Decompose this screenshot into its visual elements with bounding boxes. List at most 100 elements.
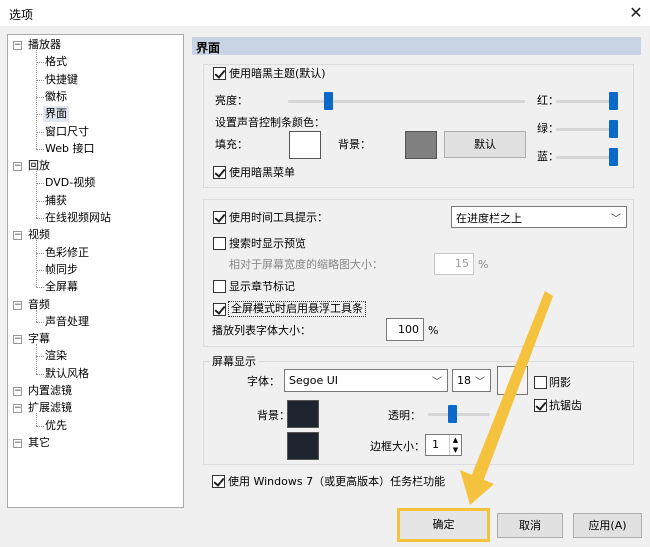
font-size-value: 18: [457, 374, 471, 387]
tree-expander-icon[interactable]: −: [13, 387, 22, 396]
shadow-label: 阴影: [549, 376, 571, 389]
tree-expander-icon[interactable]: −: [13, 41, 22, 50]
preview-label: 搜索时显示预览: [229, 237, 306, 250]
tree-connector: [36, 131, 44, 133]
fill-color-swatch[interactable]: [289, 131, 321, 159]
tree-connector: [36, 183, 44, 185]
tree-item[interactable]: 徽标: [45, 89, 67, 105]
win7-taskbar-label: 使用 Windows 7（或更高版本）任务栏功能: [228, 475, 446, 488]
time-tooltip-label: 使用时间工具提示：: [229, 211, 328, 224]
win7-taskbar-checkbox[interactable]: [212, 475, 225, 488]
tree-item[interactable]: 内置滤镜: [28, 383, 72, 399]
options-tree[interactable]: − 播放器 格式 快捷键 徽标 界面 窗口尺寸 Web 接口 − 回放 DVD-视频 捕获 在线视频网站…: [7, 34, 184, 508]
border-size-stepper[interactable]: 1 ▲ ▼: [425, 434, 462, 456]
tree-item[interactable]: 默认风格: [45, 366, 89, 382]
tree-connector: [36, 62, 44, 64]
tree-expander-icon[interactable]: −: [13, 404, 22, 414]
tree-connector: [36, 413, 37, 426]
dark-theme-label: 使用暗黑主题(默认): [229, 67, 326, 80]
apply-button[interactable]: 应用(A): [573, 513, 642, 538]
antialias-label: 抗锯齿: [549, 399, 582, 412]
cancel-button[interactable]: 取消: [497, 513, 563, 538]
tree-expander-icon[interactable]: −: [13, 438, 22, 448]
blue-slider[interactable]: [609, 148, 618, 166]
close-icon[interactable]: ✕: [624, 2, 648, 24]
font-label: 字体：: [247, 375, 280, 388]
green-slider[interactable]: [609, 120, 618, 138]
title-bar: 选项 ✕: [0, 0, 650, 26]
tree-connector: [36, 171, 37, 218]
tree-item[interactable]: 声音处理: [45, 314, 89, 330]
brightness-slider[interactable]: [323, 92, 333, 110]
chevron-down-icon: ﹀: [611, 214, 621, 225]
playlist-font-input[interactable]: 100: [386, 318, 424, 341]
chapter-marks-checkbox[interactable]: [213, 280, 226, 293]
osd-background-swatch[interactable]: [287, 400, 319, 428]
playlist-font-unit: %: [428, 324, 439, 337]
font-size-select[interactable]: 18 ﹀: [452, 369, 491, 392]
tree-connector: [36, 269, 44, 271]
border-size-value: 1: [432, 438, 439, 451]
tree-item[interactable]: 播放器: [28, 37, 61, 53]
tree-item[interactable]: 扩展滤镜: [28, 400, 72, 416]
tree-expander-icon[interactable]: −: [13, 162, 22, 172]
tree-connector: [36, 321, 44, 323]
shadow-checkbox[interactable]: [534, 376, 547, 389]
tree-item[interactable]: 全屏幕: [45, 279, 78, 295]
preview-checkbox[interactable]: [213, 237, 226, 250]
tree-connector: [36, 252, 44, 254]
stepper-down-icon[interactable]: ▼: [449, 445, 461, 455]
floating-toolbar-label: 全屏模式时启用悬浮工具条: [228, 301, 366, 317]
page-header: 界面: [192, 37, 641, 55]
tree-item[interactable]: 音频: [28, 297, 50, 313]
tree-connector: [36, 344, 37, 374]
background-label: 背景：: [338, 138, 371, 151]
stepper-up-icon[interactable]: ▲: [449, 435, 461, 445]
tree-item[interactable]: 渲染: [45, 348, 67, 364]
font-value: Segoe UI: [289, 374, 339, 387]
tree-item[interactable]: 界面: [43, 106, 69, 123]
dark-theme-checkbox[interactable]: [213, 67, 226, 80]
tree-connector: [36, 309, 37, 322]
tree-connector: [36, 373, 44, 375]
tree-item[interactable]: 色彩修正: [45, 245, 89, 261]
font-select[interactable]: Segoe UI ﹀: [284, 369, 448, 392]
seekbar-color-label: 设置声音控制条颜色：: [215, 116, 325, 129]
tree-item[interactable]: 在线视频网站: [45, 210, 111, 226]
tree-item[interactable]: 格式: [45, 54, 67, 70]
ok-button[interactable]: 确定: [397, 508, 490, 542]
tree-item[interactable]: 回放: [28, 158, 50, 174]
tree-item[interactable]: 其它: [28, 435, 50, 451]
red-slider[interactable]: [609, 92, 618, 110]
tree-expander-icon[interactable]: −: [13, 231, 22, 241]
tree-expander-icon[interactable]: −: [13, 335, 22, 345]
chapter-marks-label: 显示章节标记: [229, 280, 295, 293]
font-color-swatch[interactable]: [497, 366, 528, 395]
osd-group-label: 屏幕显示: [210, 355, 258, 369]
default-button[interactable]: 默认: [444, 131, 526, 158]
transparency-slider[interactable]: [447, 405, 457, 423]
tree-connector: [36, 240, 37, 288]
tree-connector: [36, 356, 44, 358]
dark-menu-checkbox[interactable]: [213, 166, 226, 179]
tree-item[interactable]: 视频: [28, 227, 50, 243]
tree-item[interactable]: 快捷键: [45, 72, 78, 88]
background-color-swatch[interactable]: [405, 131, 437, 159]
tree-connector: [36, 79, 44, 81]
tree-item[interactable]: 帧同步: [45, 262, 78, 278]
tooltip-position-select[interactable]: 在进度栏之上 ﹀: [451, 206, 627, 228]
border-color-swatch[interactable]: [287, 432, 319, 460]
thumb-size-input[interactable]: 15: [434, 253, 474, 275]
tree-expander-icon[interactable]: −: [13, 300, 22, 310]
tree-item[interactable]: 窗口尺寸: [45, 124, 89, 140]
tree-item[interactable]: Web 接口: [45, 141, 94, 157]
tree-item[interactable]: 优先: [45, 418, 67, 434]
tree-item[interactable]: DVD-视频: [45, 175, 95, 191]
floating-toolbar-checkbox[interactable]: [213, 303, 226, 316]
time-tooltip-checkbox[interactable]: [213, 211, 226, 224]
osd-background-label: 背景：: [257, 409, 290, 422]
tree-item[interactable]: 捕获: [45, 193, 67, 209]
tree-item[interactable]: 字幕: [28, 331, 50, 347]
antialias-checkbox[interactable]: [534, 399, 547, 412]
transparency-track[interactable]: [428, 413, 490, 416]
